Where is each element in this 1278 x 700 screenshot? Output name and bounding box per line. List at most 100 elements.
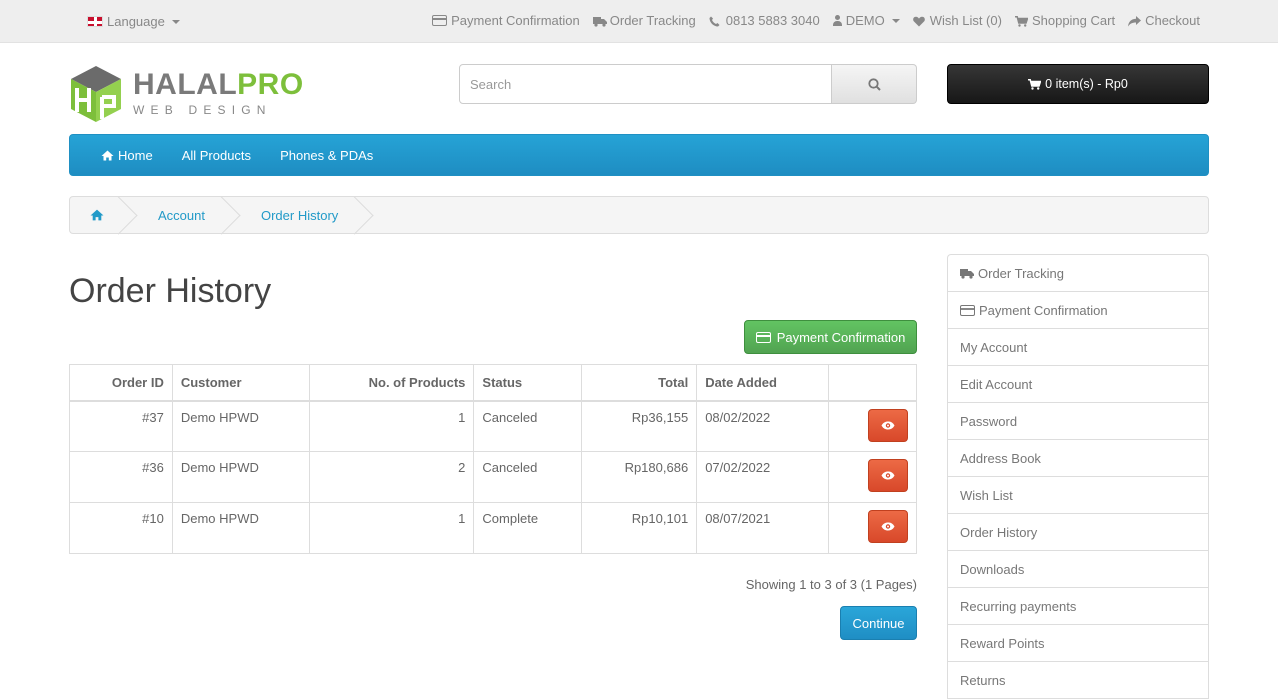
breadcrumb-account[interactable]: Account <box>124 197 227 233</box>
uk-flag-icon <box>87 16 103 27</box>
top-link-label: Order Tracking <box>609 13 696 28</box>
cart-label: 0 item(s) - Rp0 <box>1045 77 1128 91</box>
cart-button[interactable]: 0 item(s) - Rp0 <box>947 64 1209 104</box>
logo-title: HALALPRO <box>133 68 304 101</box>
sidebar-item-order-tracking[interactable]: Order Tracking <box>948 255 1208 292</box>
sidebar-item-recurring-payments[interactable]: Recurring payments <box>948 588 1208 625</box>
table-row: #37 Demo HPWD 1 Canceled Rp36,155 08/02/… <box>69 400 917 452</box>
date-added: 08/07/2021 <box>696 502 830 554</box>
caret-down-icon <box>891 18 900 23</box>
order-id: #36 <box>69 451 173 503</box>
table-header-row: Order ID Customer No. of Products Status… <box>69 364 917 402</box>
home-icon <box>90 209 104 221</box>
heart-icon <box>912 15 926 27</box>
customer: Demo HPWD <box>171 400 310 452</box>
sidebar-item-wish-list[interactable]: Wish List <box>948 477 1208 514</box>
product-count: 1 <box>308 400 475 452</box>
order-status: Canceled <box>473 451 583 503</box>
top-link-label: Wish List (0) <box>929 13 1002 28</box>
view-order-button[interactable] <box>868 408 908 442</box>
language-dropdown[interactable]: Language <box>87 14 180 29</box>
logo-text: HALALPRO WEB DESIGN <box>133 68 304 118</box>
customer: Demo HPWD <box>171 502 310 554</box>
sidebar-item-returns[interactable]: Returns <box>948 662 1208 699</box>
payment-confirmation-label: Payment Confirmation <box>776 329 906 345</box>
top-link-order-tracking[interactable]: Order Tracking <box>592 13 696 28</box>
account-dropdown[interactable]: DEMO <box>832 13 900 28</box>
order-id: #10 <box>69 502 173 554</box>
search-button[interactable] <box>832 64 917 104</box>
sidebar-item-reward-points[interactable]: Reward Points <box>948 625 1208 662</box>
sidebar-item-password[interactable]: Password <box>948 403 1208 440</box>
view-order-button[interactable] <box>868 459 908 492</box>
top-link-wish-list[interactable]: Wish List (0) <box>912 13 1002 28</box>
sidebar-item-label: Order Tracking <box>978 265 1064 281</box>
top-link-shopping-cart[interactable]: Shopping Cart <box>1014 13 1116 28</box>
logo-cube-icon <box>69 64 123 124</box>
order-history-table: Order ID Customer No. of Products Status… <box>69 364 917 554</box>
column-header-date-added: Date Added <box>696 364 830 402</box>
sidebar-item-label: Payment Confirmation <box>979 302 1108 318</box>
phone-icon <box>709 15 722 27</box>
nav-label: All Products <box>181 147 252 163</box>
eye-icon <box>881 522 895 531</box>
account-sidebar: Order Tracking Payment Confirmation My A… <box>947 254 1209 699</box>
sidebar-item-edit-account[interactable]: Edit Account <box>948 366 1208 403</box>
breadcrumb: Account Order History <box>69 196 1209 234</box>
search-bar <box>459 64 917 104</box>
eye-icon <box>881 421 895 429</box>
logo-title-main: HALAL <box>133 68 238 101</box>
sidebar-item-downloads[interactable]: Downloads <box>948 551 1208 588</box>
credit-card-icon <box>960 304 975 316</box>
caret-down-icon <box>171 19 180 24</box>
nav-phones-pdas[interactable]: Phones & PDAs <box>280 148 373 163</box>
column-header-status: Status <box>473 364 583 402</box>
home-icon <box>101 150 114 160</box>
logo-title-accent: PRO <box>237 68 304 101</box>
eye-icon <box>881 471 895 480</box>
date-added: 07/02/2022 <box>696 451 830 503</box>
breadcrumb-order-history[interactable]: Order History <box>227 197 360 233</box>
top-bar: Language Payment Confirmation Order Trac… <box>0 0 1278 43</box>
site-logo[interactable]: HALALPRO WEB DESIGN <box>69 63 303 125</box>
payment-confirmation-button[interactable]: Payment Confirmation <box>744 320 917 354</box>
page-title: Order History <box>69 272 272 310</box>
credit-card-icon <box>432 15 448 26</box>
nav-all-products[interactable]: All Products <box>182 148 251 163</box>
language-label: Language <box>107 14 165 29</box>
customer: Demo HPWD <box>171 451 310 503</box>
credit-card-icon <box>755 331 771 343</box>
sidebar-item-my-account[interactable]: My Account <box>948 329 1208 366</box>
product-count: 2 <box>308 451 475 503</box>
main-nav: Home All Products Phones & PDAs <box>69 134 1209 176</box>
order-status: Complete <box>473 502 583 554</box>
column-header-order-id: Order ID <box>69 364 173 402</box>
sidebar-item-payment-confirmation[interactable]: Payment Confirmation <box>948 292 1208 329</box>
order-status: Canceled <box>473 400 583 452</box>
top-link-payment-confirmation[interactable]: Payment Confirmation <box>432 13 580 28</box>
cart-icon <box>1014 15 1029 27</box>
sidebar-item-address-book[interactable]: Address Book <box>948 440 1208 477</box>
table-row: #36 Demo HPWD 2 Canceled Rp180,686 07/02… <box>69 451 917 503</box>
pagination-results: Showing 1 to 3 of 3 (1 Pages) <box>745 577 917 592</box>
logo-subtitle: WEB DESIGN <box>133 103 272 117</box>
breadcrumb-home[interactable] <box>70 197 124 233</box>
continue-button[interactable]: Continue <box>840 606 917 640</box>
sidebar-item-order-history[interactable]: Order History <box>948 514 1208 551</box>
search-icon <box>867 77 881 91</box>
top-link-phone[interactable]: 0813 5883 3040 <box>709 13 820 28</box>
truck-icon <box>960 268 974 279</box>
top-link-label: Shopping Cart <box>1031 13 1116 28</box>
cart-icon <box>1028 78 1042 90</box>
top-link-label: Payment Confirmation <box>451 13 580 28</box>
top-link-label: Checkout <box>1145 13 1200 28</box>
nav-label: Phones & PDAs <box>280 147 374 163</box>
truck-icon <box>592 15 607 27</box>
top-link-checkout[interactable]: Checkout <box>1128 13 1200 28</box>
user-icon <box>832 15 842 26</box>
date-added: 08/02/2022 <box>696 400 830 452</box>
action-cell <box>828 451 917 503</box>
nav-home[interactable]: Home <box>101 148 153 163</box>
view-order-button[interactable] <box>868 510 908 543</box>
search-input[interactable] <box>459 64 832 104</box>
